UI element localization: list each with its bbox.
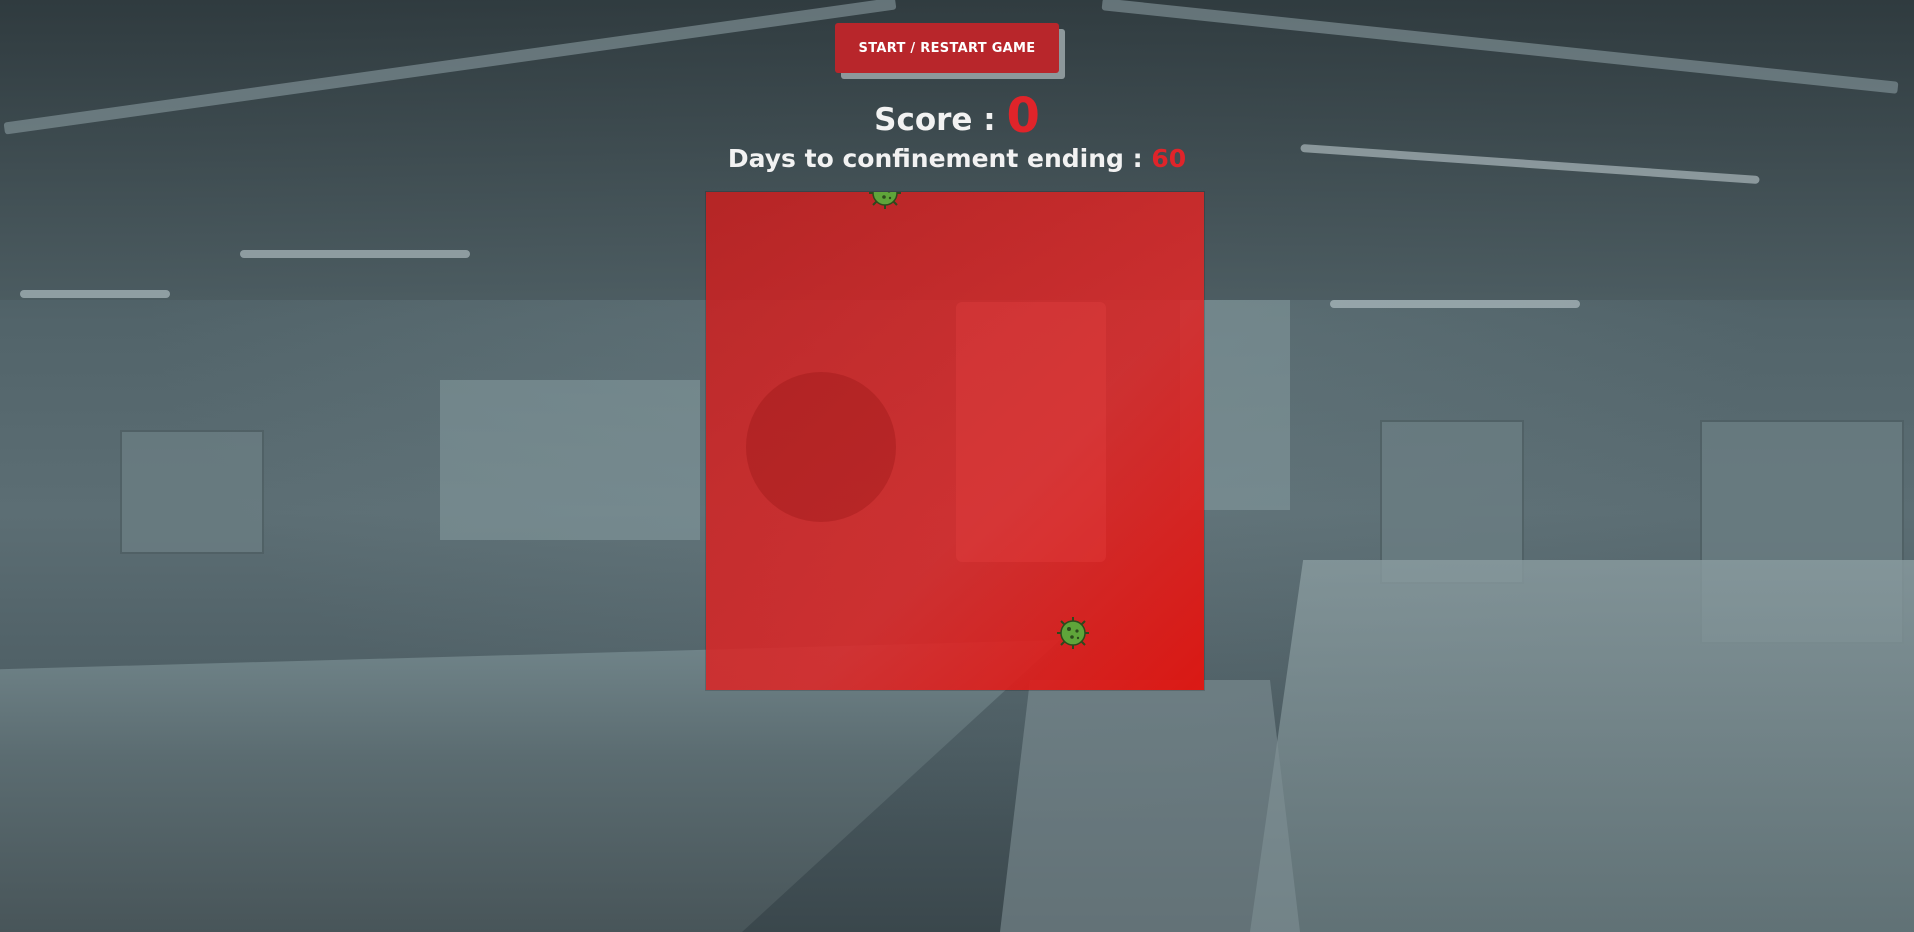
ceiling-light — [20, 290, 170, 298]
back-window — [440, 380, 700, 540]
ceiling-light — [1330, 300, 1580, 308]
virus-icon[interactable] — [868, 192, 902, 210]
lab-bench — [1250, 560, 1914, 932]
lab-equipment — [120, 430, 264, 554]
virus-icon[interactable] — [1056, 616, 1090, 650]
days-remaining-display: Days to confinement ending : 60 — [0, 144, 1914, 173]
start-restart-button[interactable]: START / RESTART GAME — [835, 23, 1059, 73]
lab-equipment — [1380, 420, 1524, 584]
background-figure — [746, 372, 896, 522]
background-figure — [956, 302, 1106, 562]
score-label: Score : — [874, 102, 1007, 138]
days-value: 60 — [1151, 144, 1187, 173]
score-value: 0 — [1006, 88, 1040, 144]
lab-floor — [1000, 680, 1300, 932]
game-board[interactable] — [706, 192, 1204, 690]
ceiling-light — [240, 250, 470, 258]
days-label: Days to confinement ending : — [727, 144, 1152, 173]
score-display: Score : 0 — [0, 88, 1914, 144]
